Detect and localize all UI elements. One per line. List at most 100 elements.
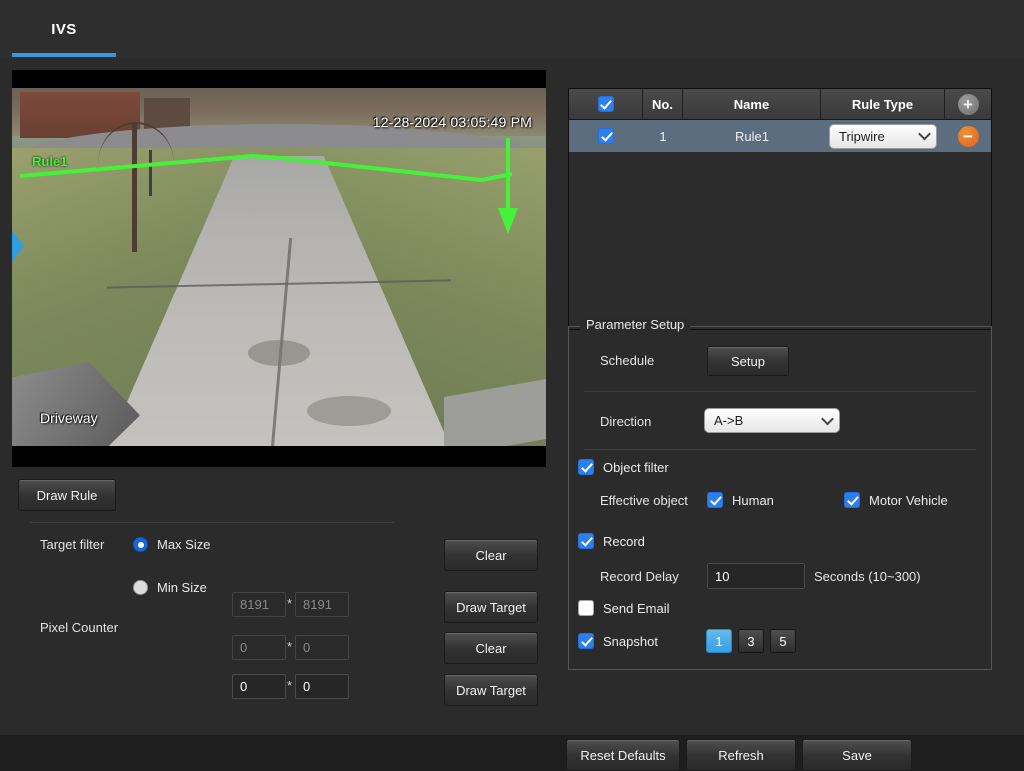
direction-select[interactable]: A->B: [704, 408, 840, 433]
object-filter-checkbox[interactable]: [578, 459, 594, 475]
rule-col-no: No.: [643, 89, 683, 119]
rule-table: No. Name Rule Type + 1 Rule1 Tripwire −: [568, 88, 992, 330]
max-size-multiply-symbol: *: [287, 596, 293, 611]
add-rule-icon[interactable]: +: [957, 93, 979, 115]
direction-label: Direction: [600, 414, 652, 429]
snapshot-label: Snapshot: [603, 633, 658, 649]
rule-col-add[interactable]: +: [945, 89, 991, 119]
left-divider: [30, 522, 394, 523]
send-email-checkbox[interactable]: [578, 600, 594, 616]
human-label: Human: [732, 492, 774, 508]
parameter-divider-1: [584, 391, 976, 392]
snapshot-count-1-label: 1: [715, 633, 723, 649]
save-label: Save: [842, 747, 872, 763]
top-tab-bar: IVS: [0, 0, 1024, 59]
pixel-counter-width-input[interactable]: [232, 674, 286, 699]
pixel-counter-height-input[interactable]: [295, 674, 349, 699]
save-button[interactable]: Save: [802, 739, 912, 771]
rule-row-type-cell[interactable]: Tripwire: [821, 120, 945, 152]
record-row[interactable]: Record: [578, 533, 645, 549]
min-size-width-input[interactable]: [232, 635, 286, 660]
parameter-setup-legend: Parameter Setup: [580, 317, 691, 332]
tripwire-line-overlay[interactable]: [12, 88, 546, 446]
rule-row-name: Rule1: [735, 128, 769, 144]
tripwire-direction-marker-icon: [12, 230, 24, 262]
max-size-label: Max Size: [157, 537, 211, 552]
max-size-height-input[interactable]: [295, 592, 349, 617]
page-body: Rule1 12-28-2024 03:05:49 PM Driveway Dr…: [0, 58, 1024, 771]
rule-col-name: Name: [683, 89, 821, 119]
snapshot-count-3[interactable]: 3: [738, 629, 764, 653]
draw-rule-label: Draw Rule: [36, 487, 98, 503]
table-row[interactable]: 1 Rule1 Tripwire −: [569, 120, 991, 152]
clear-rule-button[interactable]: Clear: [444, 539, 538, 571]
video-preview[interactable]: Rule1 12-28-2024 03:05:49 PM Driveway: [12, 70, 546, 467]
clear-target-button[interactable]: Clear: [444, 632, 538, 664]
schedule-setup-button[interactable]: Setup: [707, 346, 789, 376]
max-size-width-input[interactable]: [232, 592, 286, 617]
rule-row-select-cell[interactable]: [569, 120, 643, 152]
record-delay-label: Record Delay: [600, 569, 679, 584]
draw-target-min-button[interactable]: Draw Target: [444, 674, 538, 706]
snapshot-row[interactable]: Snapshot: [578, 633, 658, 649]
min-size-multiply-symbol: *: [287, 639, 293, 654]
remove-rule-icon[interactable]: −: [957, 125, 979, 147]
schedule-label: Schedule: [600, 353, 655, 368]
video-scene: Rule1 12-28-2024 03:05:49 PM Driveway: [12, 88, 546, 446]
record-checkbox[interactable]: [578, 533, 594, 549]
tab-active-indicator: [12, 53, 116, 57]
max-size-radio[interactable]: [133, 537, 148, 552]
snapshot-count-1[interactable]: 1: [706, 629, 732, 653]
rule-row-no: 1: [659, 128, 667, 144]
parameter-divider-2: [584, 449, 976, 450]
record-delay-unit-label: Seconds (10~300): [814, 569, 921, 584]
clear-rule-label: Clear: [475, 547, 507, 563]
rule-row-checkbox[interactable]: [598, 128, 614, 144]
rule-type-select[interactable]: Tripwire: [829, 123, 937, 149]
draw-target-min-label: Draw Target: [456, 682, 526, 698]
schedule-setup-label: Setup: [731, 353, 765, 369]
record-label: Record: [603, 533, 645, 549]
draw-target-max-label: Draw Target: [456, 599, 526, 615]
rule-select-all-checkbox[interactable]: [597, 96, 614, 112]
pixel-counter-multiply-symbol: *: [287, 678, 293, 693]
rule-col-rule-type: Rule Type: [821, 89, 945, 119]
send-email-label: Send Email: [603, 600, 670, 616]
object-filter-label: Object filter: [603, 459, 669, 475]
min-size-label: Min Size: [157, 580, 207, 595]
min-size-height-input[interactable]: [295, 635, 349, 660]
snapshot-count-3-label: 3: [747, 633, 755, 649]
snapshot-count-5-label: 5: [779, 633, 787, 649]
record-delay-input[interactable]: [707, 563, 805, 589]
human-row[interactable]: Human: [707, 492, 774, 508]
reset-defaults-label: Reset Defaults: [580, 747, 666, 763]
target-filter-label: Target filter: [40, 537, 105, 552]
rule-table-header: No. Name Rule Type +: [569, 89, 991, 120]
send-email-row[interactable]: Send Email: [578, 600, 669, 616]
osd-channel-name: Driveway: [40, 410, 98, 426]
min-size-radio-row[interactable]: Min Size: [133, 580, 207, 595]
refresh-label: Refresh: [718, 747, 764, 763]
max-size-radio-row[interactable]: Max Size: [133, 537, 210, 552]
snapshot-count-5[interactable]: 5: [770, 629, 796, 653]
draw-target-max-button[interactable]: Draw Target: [444, 591, 538, 623]
motor-vehicle-row[interactable]: Motor Vehicle: [844, 492, 948, 508]
pixel-counter-label: Pixel Counter: [40, 620, 119, 635]
reset-defaults-button[interactable]: Reset Defaults: [566, 739, 680, 771]
snapshot-checkbox[interactable]: [578, 633, 594, 649]
min-size-radio[interactable]: [133, 580, 148, 595]
tab-ivs[interactable]: IVS: [12, 0, 116, 58]
human-checkbox[interactable]: [707, 492, 723, 508]
tab-ivs-label: IVS: [51, 20, 77, 38]
rule-row-delete-cell[interactable]: −: [945, 120, 991, 152]
object-filter-row[interactable]: Object filter: [578, 459, 669, 475]
rule-select-all-cell[interactable]: [569, 89, 643, 119]
refresh-button[interactable]: Refresh: [686, 739, 796, 771]
draw-rule-button[interactable]: Draw Rule: [18, 479, 116, 511]
motor-vehicle-label: Motor Vehicle: [869, 492, 948, 508]
tripwire-rule-label: Rule1: [32, 154, 68, 169]
motor-vehicle-checkbox[interactable]: [844, 492, 860, 508]
effective-object-label: Effective object: [600, 493, 688, 508]
clear-target-label: Clear: [475, 640, 507, 656]
osd-timestamp: 12-28-2024 03:05:49 PM: [372, 114, 532, 130]
